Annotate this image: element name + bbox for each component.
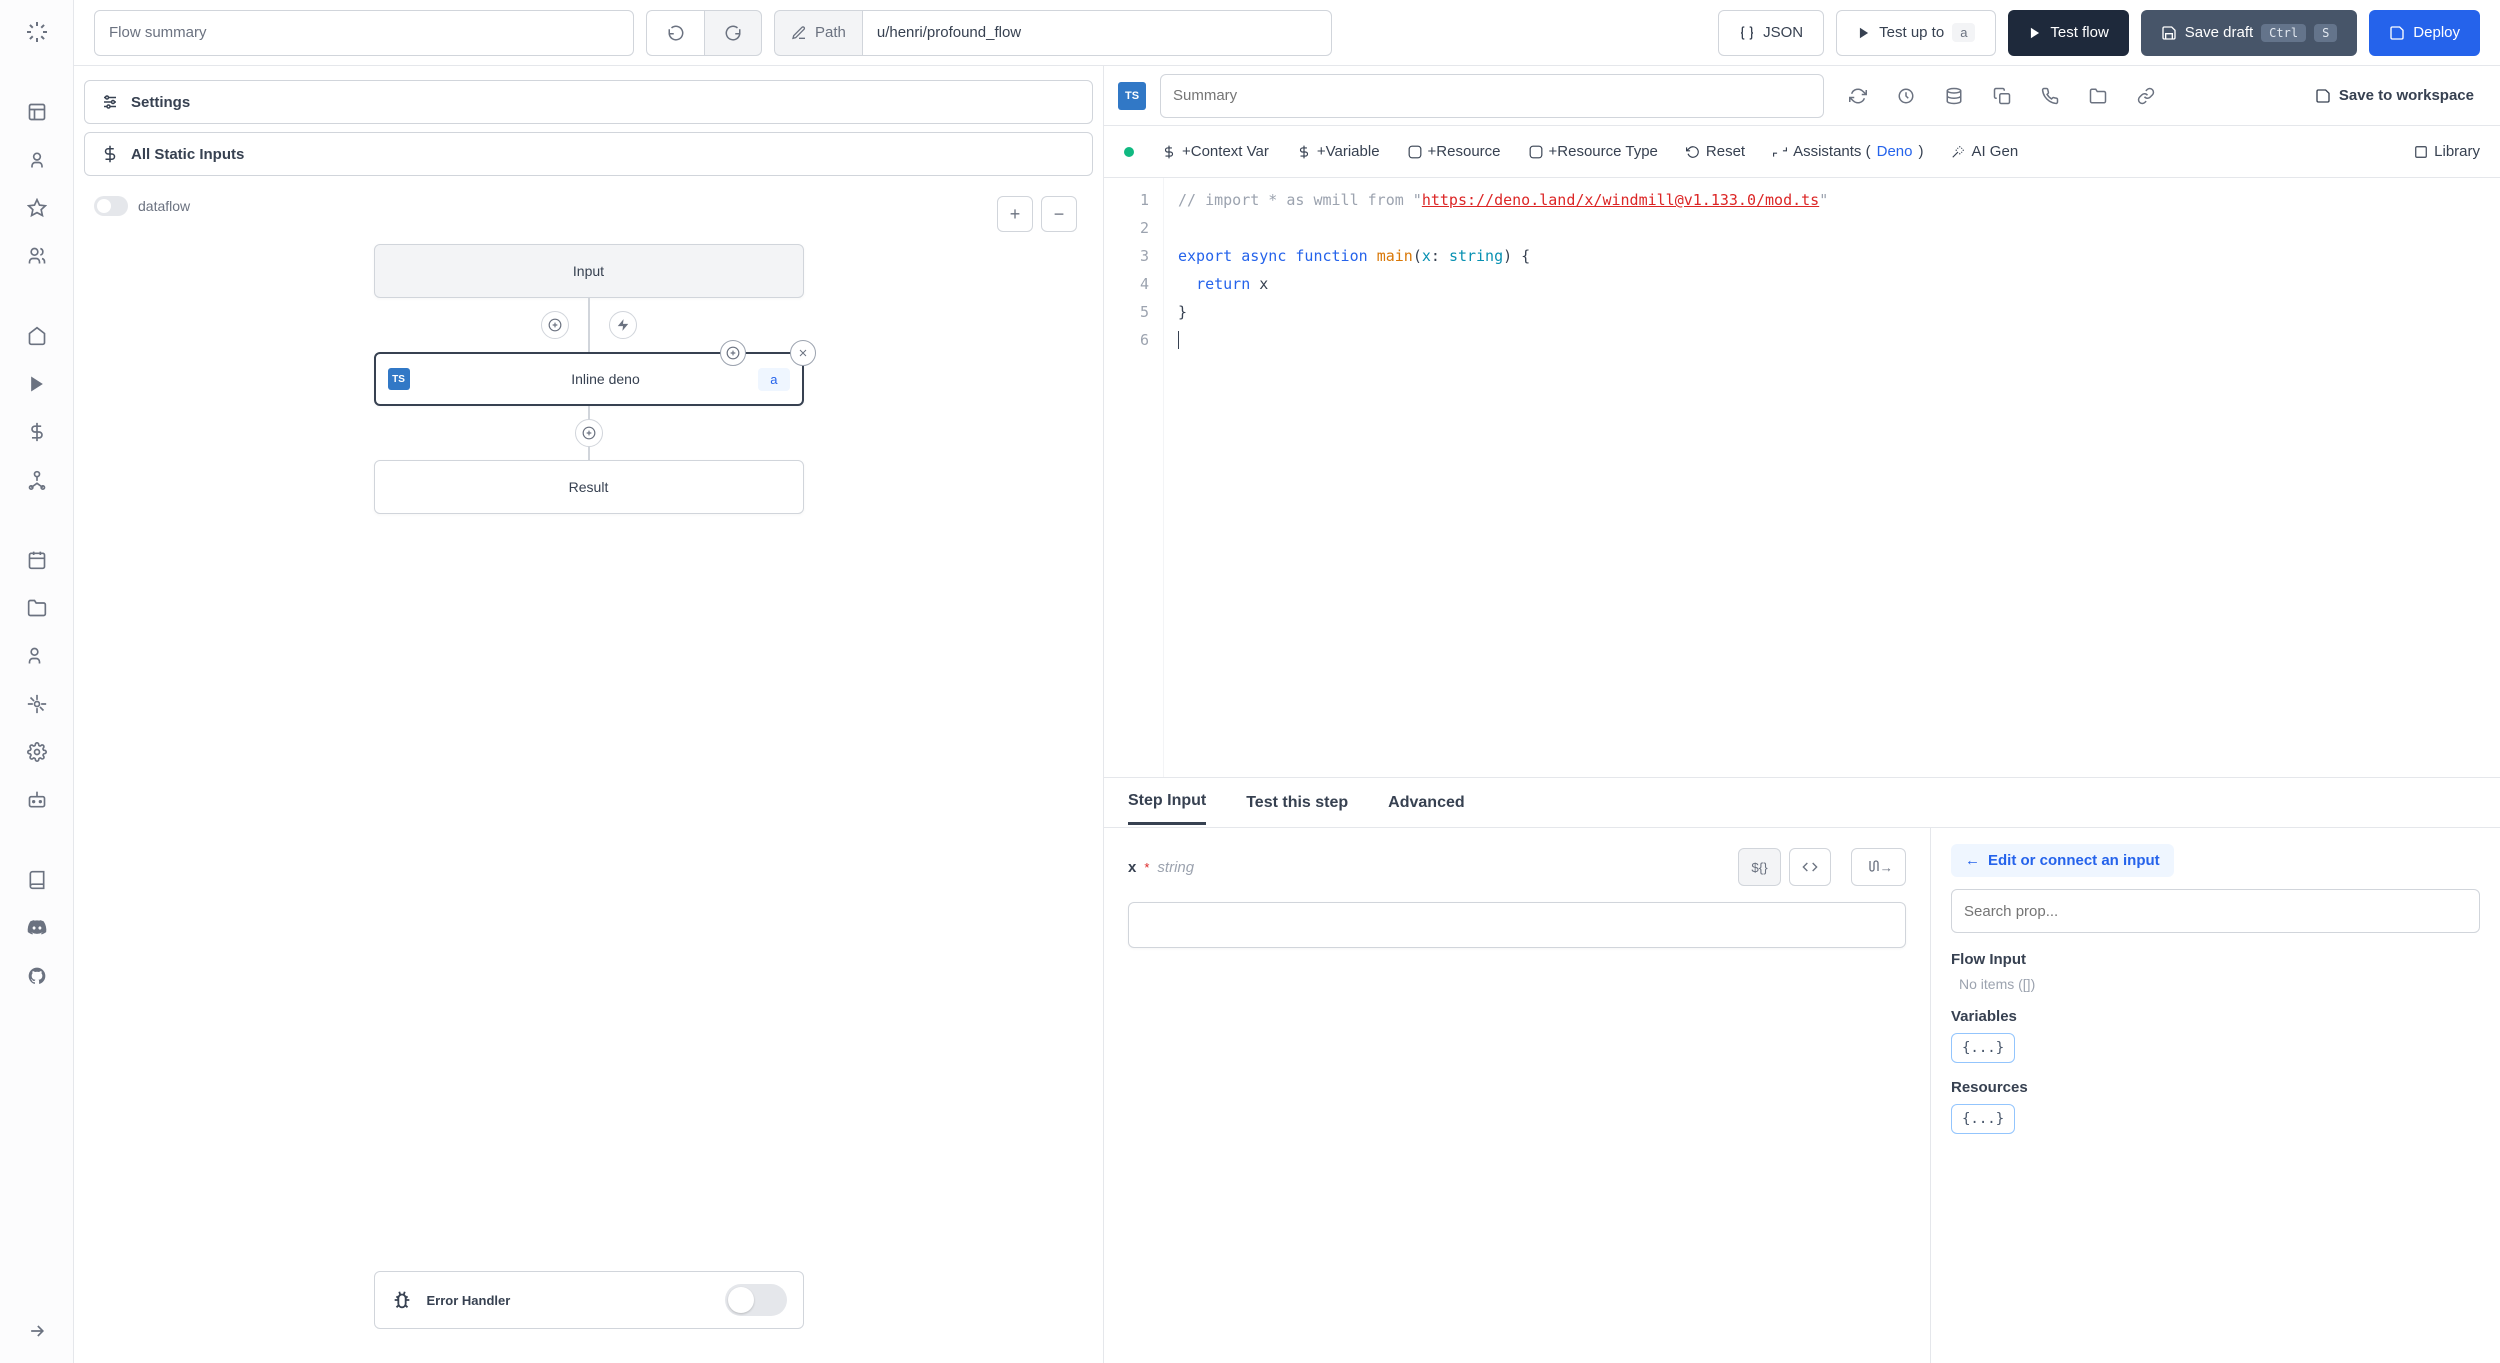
tab-test-step[interactable]: Test this step <box>1246 782 1348 824</box>
variables-header: Variables <box>1951 1008 2480 1025</box>
connect-input-button[interactable]: → <box>1851 848 1906 886</box>
add-context-var-button[interactable]: +Context Var <box>1162 143 1269 160</box>
topbar: Path JSON Test up toa Test flow Save dra… <box>74 0 2500 66</box>
test-badge: a <box>1952 23 1975 42</box>
folders-icon[interactable] <box>17 588 57 628</box>
node-result[interactable]: Result <box>374 460 804 514</box>
error-handler-toggle[interactable] <box>725 1284 787 1316</box>
arg-required: * <box>1144 860 1149 875</box>
resources-icon[interactable] <box>17 460 57 500</box>
static-inputs-row[interactable]: All Static Inputs <box>84 132 1093 176</box>
bug-icon <box>391 1289 413 1311</box>
connect-panel: ← Edit or connect an input Flow Input No… <box>1930 828 2500 1363</box>
zoom-in-button[interactable]: + <box>997 196 1033 232</box>
github-icon[interactable] <box>17 956 57 996</box>
resources-header: Resources <box>1951 1079 2480 1096</box>
step-input-area: x * string ${} → <box>1104 828 1930 1363</box>
reload-icon[interactable] <box>1838 76 1878 116</box>
database-icon[interactable] <box>1934 76 1974 116</box>
flow-summary-input[interactable] <box>94 10 634 56</box>
save-to-workspace-button[interactable]: Save to workspace <box>2303 87 2486 104</box>
test-up-to-button[interactable]: Test up toa <box>1836 10 1996 56</box>
error-handler-row: Error Handler <box>374 1271 804 1329</box>
schedules-icon[interactable] <box>17 540 57 580</box>
status-indicator <box>1124 147 1134 157</box>
json-button[interactable]: JSON <box>1718 10 1824 56</box>
variables-icon[interactable] <box>17 412 57 452</box>
node-step-a[interactable]: TS Inline deno a <box>374 352 804 406</box>
add-variable-button[interactable]: +Variable <box>1297 143 1380 160</box>
node-id-badge: a <box>758 368 789 391</box>
redo-button[interactable] <box>704 10 762 56</box>
undo-button[interactable] <box>646 10 704 56</box>
add-resource-type-button[interactable]: +Resource Type <box>1529 143 1658 160</box>
book-icon[interactable] <box>17 860 57 900</box>
users-icon[interactable] <box>17 236 57 276</box>
workers-icon[interactable] <box>17 684 57 724</box>
variables-chip[interactable]: {...} <box>1951 1033 2015 1063</box>
step-summary-input[interactable] <box>1160 74 1824 118</box>
home-icon[interactable] <box>17 316 57 356</box>
link-icon[interactable] <box>2126 76 2166 116</box>
star-icon[interactable] <box>17 188 57 228</box>
test-flow-button[interactable]: Test flow <box>2008 10 2128 56</box>
bot-icon[interactable] <box>17 780 57 820</box>
library-button[interactable]: Library <box>2414 143 2480 160</box>
dataflow-label: dataflow <box>138 198 190 214</box>
path-input[interactable] <box>862 10 1332 56</box>
path-label[interactable]: Path <box>774 10 862 56</box>
flow-panel: Settings All Static Inputs dataflow + − … <box>74 66 1104 1363</box>
lang-badge-icon: TS <box>1118 82 1146 110</box>
flow-input-header: Flow Input <box>1951 951 2480 968</box>
line-gutter: 123456 <box>1104 178 1164 777</box>
zoom-out-button[interactable]: − <box>1041 196 1077 232</box>
groups-icon[interactable] <box>17 636 57 676</box>
history-icon[interactable] <box>1886 76 1926 116</box>
sidebar-nav <box>0 0 74 1363</box>
runs-icon[interactable] <box>17 364 57 404</box>
ai-gen-button[interactable]: AI Gen <box>1951 143 2018 160</box>
add-step-button[interactable] <box>541 311 569 339</box>
code-editor[interactable]: 123456 // import * as wmill from "https:… <box>1104 178 2500 778</box>
user-icon[interactable] <box>17 140 57 180</box>
dataflow-toggle[interactable] <box>94 196 128 216</box>
code-body[interactable]: // import * as wmill from "https://deno.… <box>1164 178 2500 777</box>
dataflow-toggle-row: dataflow <box>94 196 1083 216</box>
edit-connect-button[interactable]: ← Edit or connect an input <box>1951 844 2174 877</box>
assistants-button[interactable]: Assistants (Deno) <box>1773 143 1923 160</box>
settings-icon[interactable] <box>17 732 57 772</box>
flow-input-empty: No items ([]) <box>1951 976 2480 992</box>
move-handle-icon[interactable] <box>720 340 746 366</box>
code-mode-button[interactable] <box>1789 848 1831 886</box>
logo-icon[interactable] <box>17 12 57 52</box>
editor-panel: TS Save to workspace <box>1104 66 2500 1363</box>
settings-row[interactable]: Settings <box>84 80 1093 124</box>
expand-icon[interactable] <box>17 1311 57 1351</box>
branch-button[interactable] <box>609 311 637 339</box>
expr-mode-button[interactable]: ${} <box>1738 848 1780 886</box>
copy-icon[interactable] <box>1982 76 2022 116</box>
discord-icon[interactable] <box>17 908 57 948</box>
typescript-badge-icon: TS <box>388 368 410 390</box>
reset-button[interactable]: Reset <box>1686 143 1745 160</box>
error-handler-label: Error Handler <box>427 1293 511 1308</box>
workspace-icon[interactable] <box>17 92 57 132</box>
bottom-tabs: Step Input Test this step Advanced <box>1104 778 2500 828</box>
delete-node-icon[interactable] <box>790 340 816 366</box>
arg-value-input[interactable] <box>1128 902 1906 948</box>
deploy-button[interactable]: Deploy <box>2369 10 2480 56</box>
save-draft-button[interactable]: Save draftCtrlS <box>2141 10 2358 56</box>
phone-icon[interactable] <box>2030 76 2070 116</box>
add-step-after-button[interactable] <box>575 419 603 447</box>
arg-type: string <box>1157 859 1194 876</box>
add-resource-button[interactable]: +Resource <box>1408 143 1501 160</box>
tab-advanced[interactable]: Advanced <box>1388 782 1464 824</box>
resources-chip[interactable]: {...} <box>1951 1104 2015 1134</box>
folder-open-icon[interactable] <box>2078 76 2118 116</box>
node-input[interactable]: Input <box>374 244 804 298</box>
tab-step-input[interactable]: Step Input <box>1128 780 1206 825</box>
search-prop-input[interactable] <box>1951 889 2480 933</box>
arg-name: x <box>1128 859 1136 876</box>
